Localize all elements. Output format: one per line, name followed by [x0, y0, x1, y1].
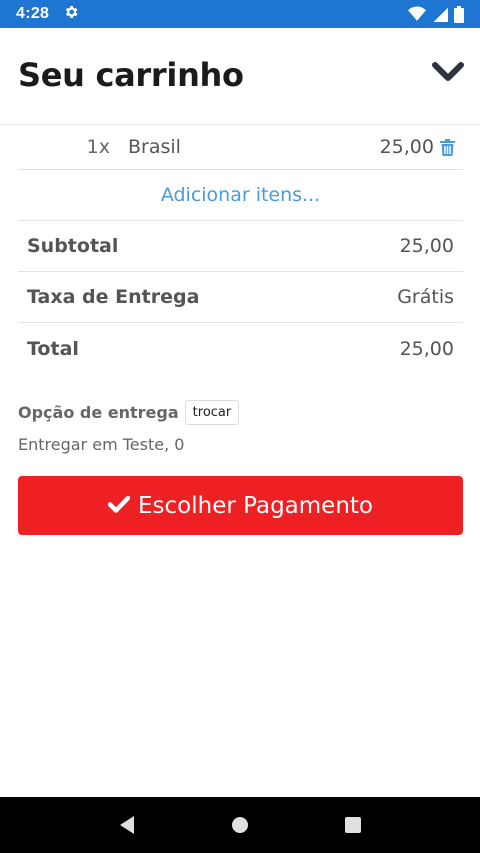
delivery-fee-value: Grátis — [397, 286, 454, 308]
collapse-cart-button[interactable] — [430, 60, 466, 90]
subtotal-row: Subtotal 25,00 — [18, 221, 463, 272]
home-icon[interactable] — [225, 810, 255, 840]
recents-icon[interactable] — [338, 810, 368, 840]
trash-icon[interactable] — [440, 138, 455, 156]
delivery-fee-row: Taxa de Entrega Grátis — [18, 272, 463, 323]
item-quantity: 1x — [86, 136, 110, 158]
battery-icon — [454, 5, 464, 23]
choose-payment-label: Escolher Pagamento — [138, 492, 373, 519]
checkmark-icon — [107, 493, 131, 519]
system-nav-bar — [0, 797, 480, 853]
add-items-row: Adicionar itens... — [18, 170, 463, 221]
add-items-link[interactable]: Adicionar itens... — [161, 184, 320, 206]
delivery-option-label: Opção de entrega — [18, 403, 179, 422]
choose-payment-button[interactable]: Escolher Pagamento — [18, 476, 463, 535]
item-name: Brasil — [128, 136, 181, 158]
cart-item-row: 1x Brasil 25,00 — [18, 125, 463, 170]
item-price: 25,00 — [379, 136, 434, 158]
subtotal-label: Subtotal — [27, 235, 119, 257]
subtotal-value: 25,00 — [399, 235, 454, 257]
total-label: Total — [27, 337, 79, 360]
change-delivery-button[interactable]: trocar — [184, 400, 240, 425]
page-title: Seu carrinho — [18, 56, 244, 94]
total-value: 25,00 — [399, 337, 454, 360]
delivery-option-section: Opção de entrega trocar Entregar em Test… — [18, 400, 463, 454]
cart-table: 1x Brasil 25,00 Adicionar itens... Subto… — [18, 125, 463, 374]
delivery-fee-label: Taxa de Entrega — [27, 286, 200, 308]
delivery-address: Entregar em Teste, 0 — [18, 435, 185, 454]
status-time: 4:28 — [16, 5, 50, 22]
back-icon[interactable] — [112, 810, 142, 840]
total-row: Total 25,00 — [18, 323, 463, 374]
status-bar: 4:28 — [0, 0, 480, 28]
cart-header: Seu carrinho — [0, 28, 480, 125]
settings-gear-icon — [63, 4, 79, 25]
chevron-down-icon — [432, 61, 464, 89]
wifi-icon — [408, 6, 426, 22]
cell-signal-icon — [432, 6, 448, 22]
